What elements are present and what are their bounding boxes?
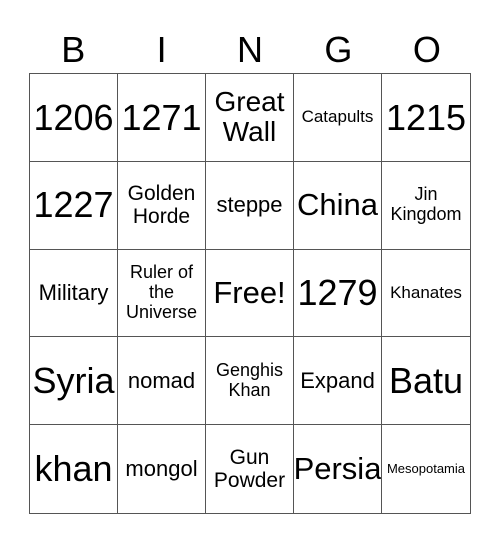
bingo-cell[interactable]: Expand (294, 337, 382, 426)
bingo-cell[interactable]: China (294, 161, 382, 250)
bingo-cell[interactable]: 1206 (30, 74, 118, 162)
bingo-cell[interactable]: khan (30, 425, 118, 513)
bingo-card: 1206 1271 Great Wall Catapults 1215 1227 Golde… (29, 73, 471, 514)
bingo-cell-free[interactable]: Free! (206, 249, 294, 338)
bingo-cell[interactable]: Persia (294, 425, 382, 513)
bingo-cell[interactable]: mongol (118, 425, 206, 513)
bingo-cell[interactable]: Gun Powder (206, 425, 294, 513)
bingo-cell[interactable]: nomad (118, 337, 206, 426)
bingo-cell[interactable]: Syria (30, 337, 118, 426)
bingo-cell[interactable]: Genghis Khan (206, 337, 294, 426)
header-letter-g: G (324, 29, 353, 70)
bingo-cell[interactable]: Military (30, 249, 118, 338)
bingo-cell[interactable]: Khanates (382, 250, 470, 338)
bingo-cell[interactable]: 1279 (294, 249, 382, 338)
bingo-cell[interactable]: Batu (382, 337, 470, 426)
bingo-cell[interactable]: Great Wall (206, 74, 294, 162)
bingo-cell[interactable]: 1271 (118, 74, 206, 162)
bingo-cell[interactable]: Mesopotamia (382, 425, 470, 513)
bingo-cell[interactable]: 1215 (382, 74, 470, 162)
bingo-cell[interactable]: Ruler of the Universe (118, 249, 206, 338)
header-letter-i: I (156, 29, 167, 70)
bingo-cell[interactable]: Catapults (294, 74, 382, 162)
bingo-cell[interactable]: 1227 (30, 161, 118, 250)
header-letter-o: O (412, 29, 441, 70)
bingo-header: B I N G O (29, 28, 471, 72)
header-letter-n: N (237, 29, 264, 70)
bingo-cell[interactable]: Golden Horde (118, 161, 206, 250)
header-letter-b: B (61, 29, 86, 70)
bingo-cell[interactable]: steppe (206, 161, 294, 250)
bingo-cell[interactable]: Jin Kingdom (382, 162, 470, 250)
